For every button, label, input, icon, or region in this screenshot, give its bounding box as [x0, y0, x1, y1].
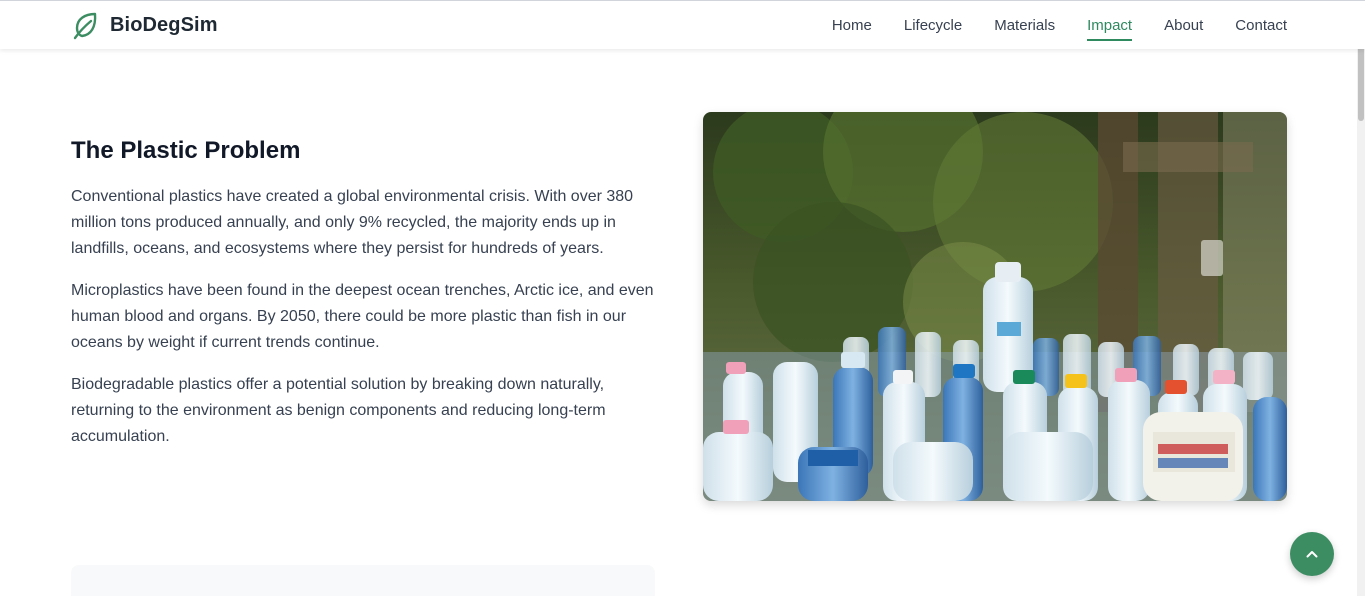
back-to-top-button[interactable] [1290, 532, 1334, 576]
section-body: Conventional plastics have created a glo… [71, 184, 661, 466]
plastic-bottles-photo [703, 112, 1287, 501]
chevron-up-icon [1306, 551, 1318, 558]
nav-about[interactable]: About [1164, 13, 1203, 38]
nav-lifecycle[interactable]: Lifecycle [904, 13, 962, 38]
scrollbar-thumb[interactable] [1358, 45, 1364, 121]
paragraph-solution: Biodegradable plastics offer a potential… [71, 376, 606, 445]
main-nav: Home Lifecycle Materials Impact About Co… [832, 1, 1287, 49]
brand-name: BioDegSim [110, 13, 218, 36]
leaf-icon [73, 12, 97, 40]
nav-home[interactable]: Home [832, 13, 872, 38]
nav-impact[interactable]: Impact [1087, 13, 1133, 41]
nav-materials[interactable]: Materials [994, 13, 1055, 38]
paragraph-microplastics: Microplastics have been found in the dee… [71, 282, 654, 351]
page-scrollbar[interactable] [1357, 42, 1365, 596]
brand-logo[interactable]: BioDegSim [71, 10, 218, 40]
info-card [71, 565, 655, 596]
navbar: BioDegSim Home Lifecycle Materials Impac… [0, 0, 1365, 49]
paragraph-crisis: Conventional plastics have created a glo… [71, 188, 634, 257]
section-title: The Plastic Problem [71, 137, 301, 164]
bottles-illustration [703, 112, 1287, 501]
nav-contact[interactable]: Contact [1235, 13, 1287, 38]
